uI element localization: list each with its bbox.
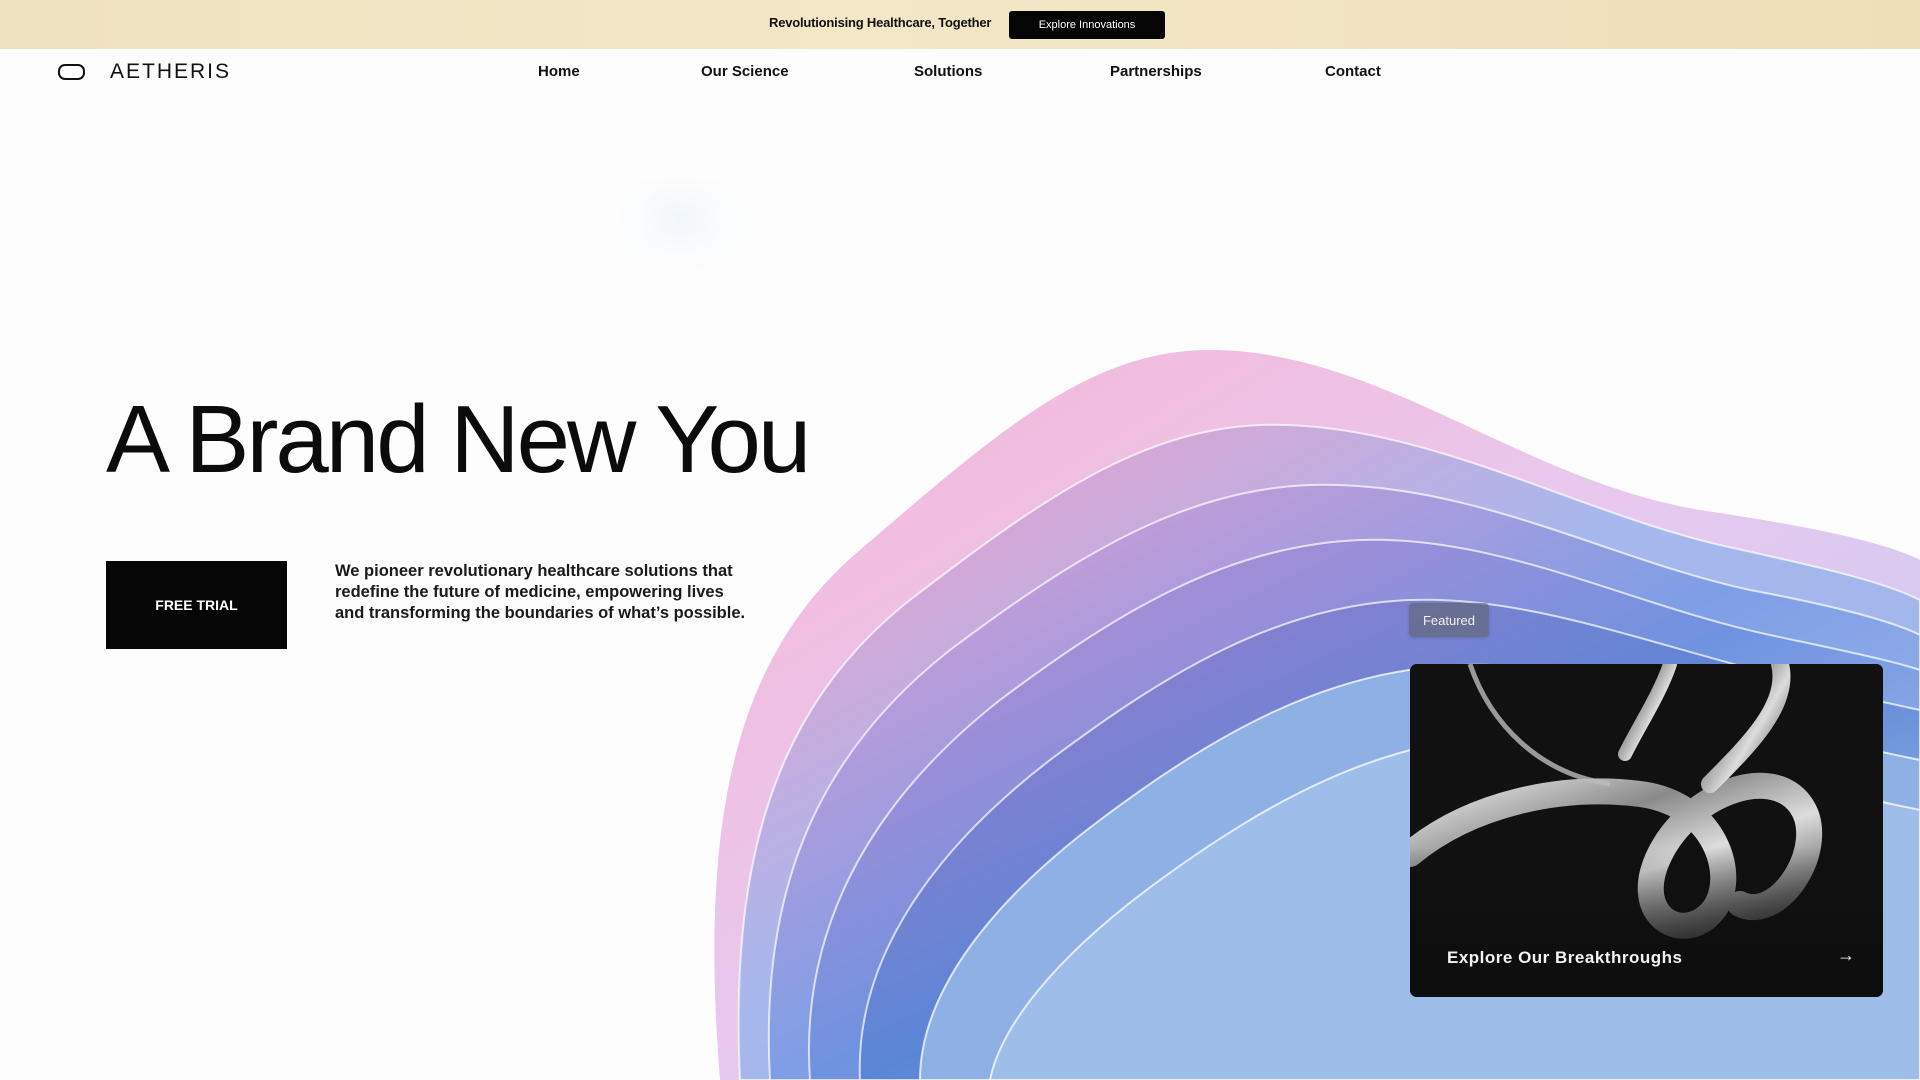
explore-innovations-button[interactable]: Explore Innovations (1009, 11, 1165, 39)
featured-card[interactable]: Explore Our Breakthroughs → (1410, 664, 1883, 997)
free-trial-button[interactable]: FREE TRIAL (106, 561, 287, 649)
hero-description: We pioneer revolutionary healthcare solu… (335, 562, 746, 622)
featured-card-title: Explore Our Breakthroughs (1447, 948, 1683, 967)
announcement-bar: Revolutionising Healthcare, Together Exp… (0, 0, 1920, 49)
nav-item-our-science[interactable]: Our Science (701, 63, 789, 80)
nav-item-contact[interactable]: Contact (1325, 63, 1381, 80)
nav-item-partnerships[interactable]: Partnerships (1110, 63, 1202, 80)
featured-badge: Featured (1409, 603, 1489, 637)
brand-logo[interactable]: AETHERIS (110, 60, 231, 84)
arrow-right-icon[interactable]: → (1835, 944, 1857, 966)
hero-headline: A Brand New You (106, 386, 811, 493)
pill-outline-icon[interactable] (58, 64, 85, 80)
announcement-text: Revolutionising Healthcare, Together (769, 15, 992, 30)
nav-item-home[interactable]: Home (538, 63, 580, 80)
nav-item-solutions[interactable]: Solutions (914, 63, 982, 80)
